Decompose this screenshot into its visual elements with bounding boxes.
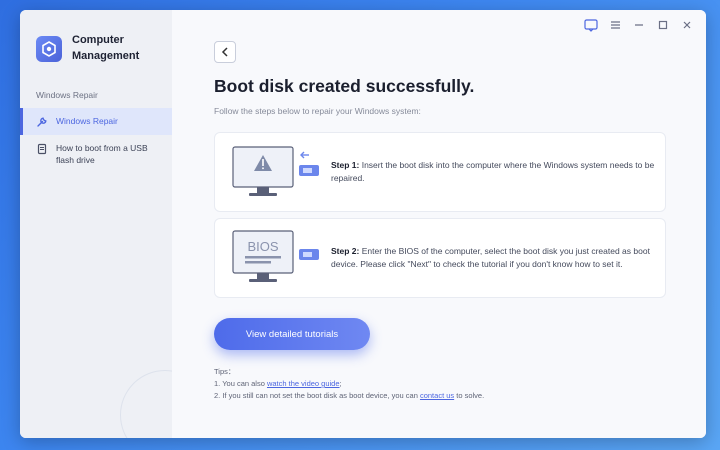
tip-2: 2. If you still can not set the boot dis…: [214, 390, 484, 402]
sidebar-item-label: How to boot from a USB flash drive: [56, 143, 148, 165]
window-controls: [584, 18, 694, 32]
step-2-label: Step 2:: [331, 246, 360, 256]
step-2-description: Enter the BIOS of the computer, select t…: [331, 246, 650, 269]
tips-section: Tips： 1. You can also watch the video gu…: [214, 366, 484, 402]
step-2-card: BIOS Step 2: Enter the BIOS of the compu…: [214, 218, 666, 298]
tip-2-suffix: to solve.: [454, 391, 485, 400]
sidebar-section-label: Windows Repair: [36, 90, 98, 100]
step-1-text: Step 1: Insert the boot disk into the co…: [331, 159, 665, 185]
contact-us-link[interactable]: contact us: [420, 391, 454, 400]
insert-disk-illustration: [227, 137, 327, 207]
wrench-icon: [37, 117, 47, 127]
app-logo-icon: [36, 36, 62, 62]
main-panel: Boot disk created successfully. Follow t…: [172, 10, 706, 438]
tip-1-suffix: ;: [339, 379, 342, 388]
close-icon[interactable]: [680, 18, 694, 32]
step-1-label: Step 1:: [331, 160, 360, 170]
tip-2-text: 2. If you still can not set the boot dis…: [214, 391, 420, 400]
page-subtitle: Follow the steps below to repair your Wi…: [214, 106, 421, 116]
tips-heading: Tips：: [214, 367, 236, 376]
watch-video-link[interactable]: watch the video guide: [267, 379, 340, 388]
document-icon: [37, 143, 47, 155]
menu-icon[interactable]: [608, 18, 622, 32]
bios-illustration: BIOS: [227, 223, 327, 293]
app-title: Computer Management: [72, 34, 140, 62]
bios-screen-text: BIOS: [247, 239, 278, 254]
sidebar: Computer Management Windows Repair Windo…: [20, 10, 210, 438]
sidebar-item-boot-usb[interactable]: How to boot from a USB flash drive: [20, 135, 172, 173]
sidebar-item-windows-repair[interactable]: Windows Repair: [20, 108, 172, 135]
minimize-icon[interactable]: [632, 18, 646, 32]
tip-1-text: 1. You can also: [214, 379, 267, 388]
page-title: Boot disk created successfully.: [214, 76, 475, 96]
feedback-icon[interactable]: [584, 18, 598, 32]
app-header: Computer Management: [20, 10, 172, 64]
maximize-icon[interactable]: [656, 18, 670, 32]
step-1-card: Step 1: Insert the boot disk into the co…: [214, 132, 666, 212]
chevron-left-icon: [221, 47, 228, 57]
back-button[interactable]: [214, 41, 236, 63]
step-1-description: Insert the boot disk into the computer w…: [331, 160, 655, 183]
view-tutorials-button[interactable]: View detailed tutorials: [214, 318, 370, 350]
step-2-text: Step 2: Enter the BIOS of the computer, …: [331, 245, 665, 271]
app-window: Computer Management Windows Repair Windo…: [20, 10, 706, 438]
sidebar-item-label: Windows Repair: [56, 116, 118, 126]
tip-1: 1. You can also watch the video guide;: [214, 378, 484, 390]
